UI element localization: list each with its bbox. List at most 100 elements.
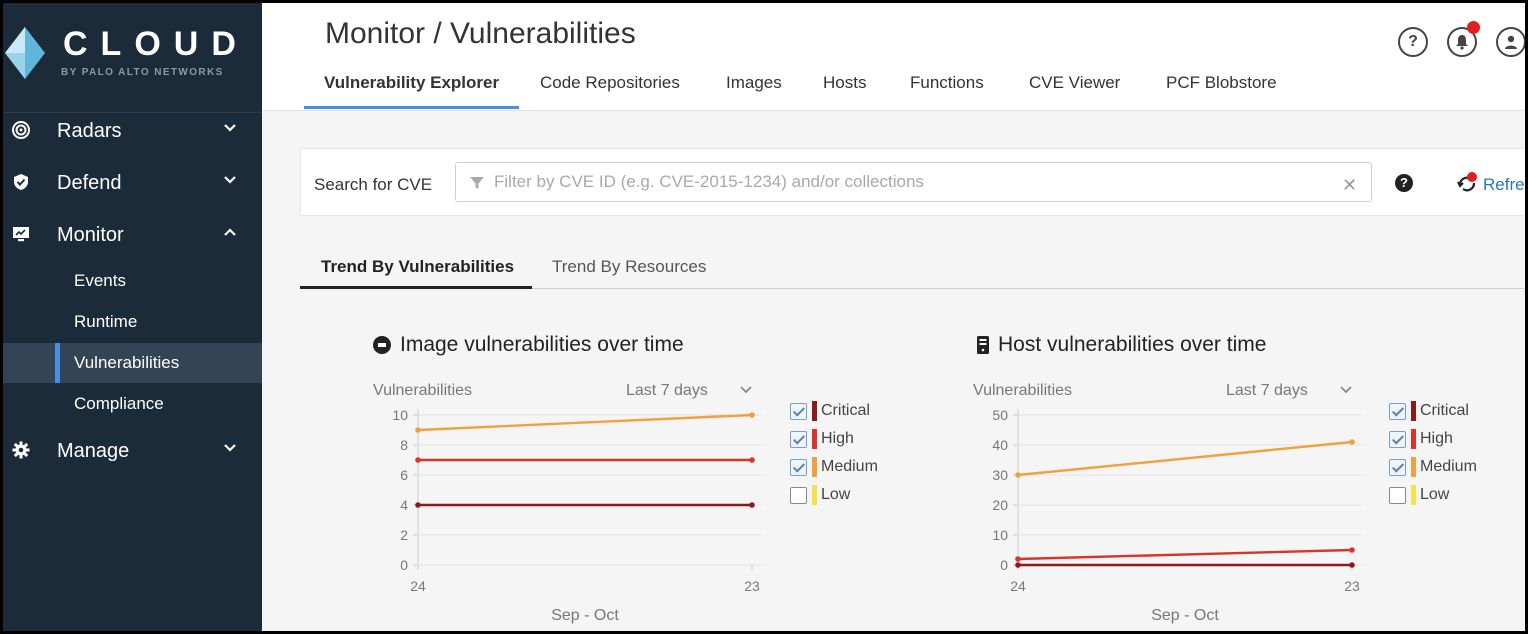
data-point-critical	[1349, 562, 1355, 568]
legend-checkbox[interactable]	[1389, 459, 1406, 476]
tab-hosts[interactable]: Hosts	[823, 73, 866, 109]
sidebar-subitem-label: Events	[74, 271, 126, 290]
sidebar-item-label: Monitor	[57, 223, 124, 246]
legend-checkbox[interactable]	[790, 431, 807, 448]
help-button[interactable]: ?	[1398, 27, 1428, 57]
y-tick-label: 6	[400, 467, 408, 483]
image-chart-title: Image vulnerabilities over time	[372, 333, 684, 357]
sidebar-item-label: Defend	[57, 171, 122, 194]
tab-pcf-blobstore[interactable]: PCF Blobstore	[1166, 73, 1277, 109]
legend-item-high[interactable]: High	[1389, 429, 1509, 451]
data-point-high	[415, 457, 421, 463]
y-tick-label: 8	[400, 437, 408, 453]
data-point-critical	[415, 502, 421, 508]
clear-icon[interactable]: ✕	[1342, 175, 1357, 196]
legend-swatch	[812, 457, 817, 477]
legend-label: High	[821, 430, 854, 447]
x-axis-label: Sep - Oct	[1151, 607, 1219, 624]
tab-code-repositories[interactable]: Code Repositories	[540, 73, 680, 109]
sidebar-item-radars[interactable]: Radars	[3, 111, 262, 151]
main-content: Monitor / Vulnerabilities Vulnerability …	[262, 3, 1525, 631]
x-tick-label: 24	[1010, 578, 1026, 594]
y-tick-label: 20	[992, 497, 1008, 513]
sidebar-item-monitor[interactable]: Monitor	[3, 215, 262, 255]
chevron-down-icon	[224, 176, 236, 184]
legend-label: Critical	[1420, 402, 1469, 419]
app-window: CLOUD BY PALO ALTO NETWORKS Radars Defen…	[3, 3, 1525, 631]
legend-swatch	[1411, 457, 1416, 477]
sidebar-item-manage[interactable]: Manage	[3, 431, 262, 471]
legend-label: Medium	[1420, 458, 1477, 475]
chart-ylabel: Vulnerabilities	[373, 382, 473, 399]
search-card: Search for CVE ✕ ? Refre	[300, 148, 1525, 216]
data-point-medium	[415, 427, 421, 433]
tab-cve-viewer[interactable]: CVE Viewer	[1029, 73, 1120, 109]
legend-item-high[interactable]: High	[790, 429, 910, 451]
series-line-medium	[1017, 440, 1353, 477]
image-vulnerabilities-chart: 024681024 23Sep - Oct	[392, 407, 762, 624]
legend-item-critical[interactable]: Critical	[1389, 401, 1509, 423]
refresh-link[interactable]: Refre	[1483, 175, 1525, 195]
image-range-select[interactable]: Last 7 days	[626, 382, 752, 400]
legend-swatch	[812, 485, 817, 505]
sidebar-subitem-compliance[interactable]: Compliance	[3, 384, 262, 424]
range-label: Last 7 days	[626, 382, 708, 399]
legend-item-low[interactable]: Low	[1389, 485, 1509, 507]
chevron-down-icon	[224, 444, 236, 452]
legend-checkbox[interactable]	[790, 487, 807, 504]
host-vulnerabilities-chart: 0 10 20 30 40 50 24 23 Sep - Oct	[992, 407, 1362, 624]
data-point-medium	[1349, 439, 1355, 445]
trend-tabs: Trend By Vulnerabilities Trend By Resour…	[300, 243, 1525, 289]
series-line-medium	[417, 413, 753, 432]
legend-checkbox[interactable]	[1389, 487, 1406, 504]
sidebar-subitem-events[interactable]: Events	[3, 261, 262, 301]
y-tick-label: 2	[400, 527, 408, 543]
x-tick-label: 24	[410, 578, 426, 594]
legend-checkbox[interactable]	[1389, 431, 1406, 448]
host-chart-title: Host vulnerabilities over time	[976, 333, 1266, 357]
legend-swatch	[812, 429, 817, 449]
help-icon: ?	[1408, 33, 1418, 50]
brand-logo[interactable]: CLOUD BY PALO ALTO NETWORKS	[3, 3, 262, 113]
legend-swatch	[812, 401, 817, 421]
data-point-high	[749, 457, 755, 463]
tab-functions[interactable]: Functions	[910, 73, 984, 109]
range-label: Last 7 days	[1226, 382, 1308, 399]
legend-item-low[interactable]: Low	[790, 485, 910, 507]
data-point-medium	[1015, 472, 1021, 478]
search-help-icon[interactable]: ?	[1395, 174, 1413, 192]
tab-trend-by-resources[interactable]: Trend By Resources	[552, 257, 706, 277]
sidebar-subitem-runtime[interactable]: Runtime	[3, 302, 262, 342]
tab-trend-by-vulnerabilities[interactable]: Trend By Vulnerabilities	[321, 257, 514, 277]
legend-item-critical[interactable]: Critical	[790, 401, 910, 423]
legend-checkbox[interactable]	[790, 459, 807, 476]
legend-swatch	[1411, 429, 1416, 449]
tab-vulnerability-explorer[interactable]: Vulnerability Explorer	[304, 73, 520, 109]
legend-checkbox[interactable]	[790, 403, 807, 420]
cve-search-input[interactable]	[494, 163, 1334, 201]
host-range-select[interactable]: Last 7 days	[1226, 382, 1352, 400]
brand-name: CLOUD	[63, 25, 249, 63]
filter-icon	[470, 177, 484, 189]
user-menu-button[interactable]	[1496, 27, 1525, 57]
legend-label: Low	[1420, 486, 1450, 503]
chart-title-text: Host vulnerabilities over time	[998, 333, 1267, 356]
chevron-down-icon	[740, 386, 752, 394]
legend-label: Low	[821, 486, 851, 503]
y-tick-label: 10	[392, 407, 408, 423]
chevron-down-icon	[224, 124, 236, 132]
sidebar-subitem-label: Runtime	[74, 312, 138, 331]
legend-item-medium[interactable]: Medium	[1389, 457, 1509, 479]
legend-item-medium[interactable]: Medium	[790, 457, 910, 479]
data-point-high	[1349, 547, 1355, 553]
sidebar-subitem-vulnerabilities[interactable]: Vulnerabilities	[3, 343, 262, 383]
legend-checkbox[interactable]	[1389, 403, 1406, 420]
refresh-icon[interactable]	[1455, 172, 1479, 196]
data-point-critical	[749, 502, 755, 508]
search-box[interactable]: ✕	[455, 162, 1372, 202]
sidebar-item-defend[interactable]: Defend	[3, 163, 262, 203]
notification-badge-icon	[1467, 21, 1480, 34]
chevron-up-icon	[224, 228, 236, 236]
y-tick-label: 0	[400, 557, 408, 573]
tab-images[interactable]: Images	[726, 73, 782, 109]
